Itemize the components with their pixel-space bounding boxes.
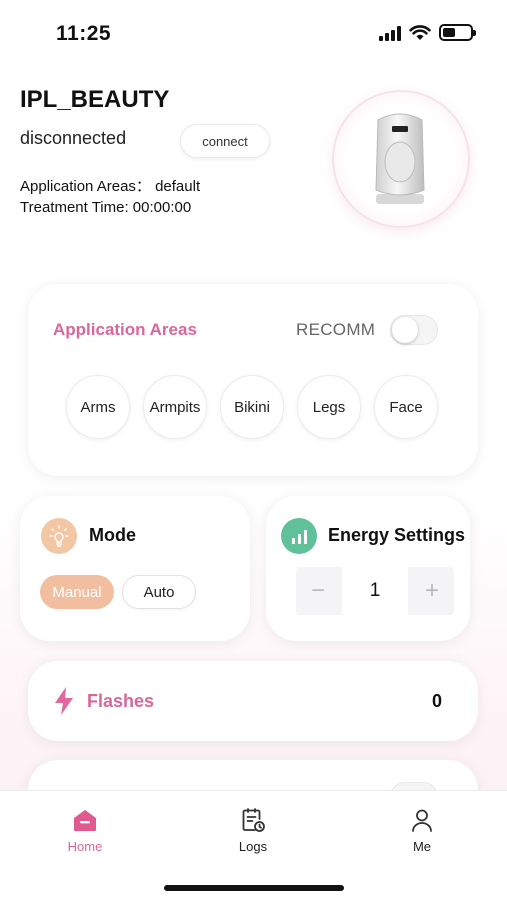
- device-image: [334, 92, 468, 226]
- area-options: Arms Armpits Bikini Legs Face: [66, 375, 438, 439]
- tab-me[interactable]: Me: [382, 805, 462, 854]
- user-icon: [412, 809, 432, 832]
- lightbulb-icon: [41, 518, 77, 554]
- battery-icon: [439, 24, 476, 41]
- application-areas-title: Application Areas: [53, 320, 197, 339]
- wifi-icon: [409, 24, 431, 40]
- recomm-label: RECOMM: [296, 320, 376, 339]
- application-areas-info: Application Areas： default: [20, 178, 201, 195]
- energy-settings-card: Energy Settings − 1 +: [266, 496, 470, 641]
- connect-button[interactable]: connect: [180, 124, 270, 158]
- tab-logs-label: Logs: [238, 839, 268, 854]
- mode-title: Mode: [89, 525, 136, 545]
- mode-card: Mode Manual Auto: [20, 496, 250, 641]
- energy-decrease-button[interactable]: −: [296, 567, 340, 615]
- flashes-count: 0: [431, 691, 442, 711]
- energy-stepper: − 1 +: [296, 567, 454, 615]
- tab-home-label: Home: [67, 839, 103, 854]
- cellular-signal-icon: [379, 25, 401, 41]
- treatment-time-info: Treatment Time: 00:00:00: [20, 199, 192, 216]
- mode-manual-button[interactable]: Manual: [40, 575, 114, 609]
- lightning-icon: [55, 687, 73, 715]
- status-icons: [379, 24, 476, 41]
- area-button-armpits[interactable]: Armpits: [143, 375, 207, 439]
- area-button-legs[interactable]: Legs: [297, 375, 361, 439]
- area-button-arms[interactable]: Arms: [66, 375, 130, 439]
- energy-increase-button[interactable]: +: [410, 567, 454, 615]
- area-button-face[interactable]: Face: [374, 375, 438, 439]
- tab-logs[interactable]: Logs: [213, 805, 293, 854]
- energy-settings-title: Energy Settings: [328, 525, 466, 545]
- tab-me-label: Me: [412, 839, 432, 854]
- flashes-card: Flashes 0: [28, 661, 478, 741]
- area-button-bikini[interactable]: Bikini: [220, 375, 284, 439]
- application-areas-card: Application Areas RECOMM Arms Armpits Bi…: [28, 284, 478, 476]
- home-indicator: [164, 885, 344, 891]
- status-bar: 11:25: [0, 0, 507, 62]
- tab-home[interactable]: Home: [45, 805, 125, 854]
- device-name: IPL_BEAUTY: [20, 86, 170, 113]
- energy-value: 1: [342, 567, 408, 615]
- home-icon: [74, 810, 96, 831]
- flashes-label: Flashes: [87, 691, 155, 711]
- bar-chart-icon: [281, 518, 317, 554]
- recomm-toggle[interactable]: [390, 315, 438, 345]
- ipl-device-icon: [375, 113, 425, 204]
- tab-bar: Home Logs Me: [0, 790, 507, 900]
- mode-auto-button[interactable]: Auto: [122, 575, 196, 609]
- logs-icon: [242, 808, 265, 832]
- connection-status: disconnected: [20, 128, 127, 148]
- status-time: 11:25: [56, 22, 112, 45]
